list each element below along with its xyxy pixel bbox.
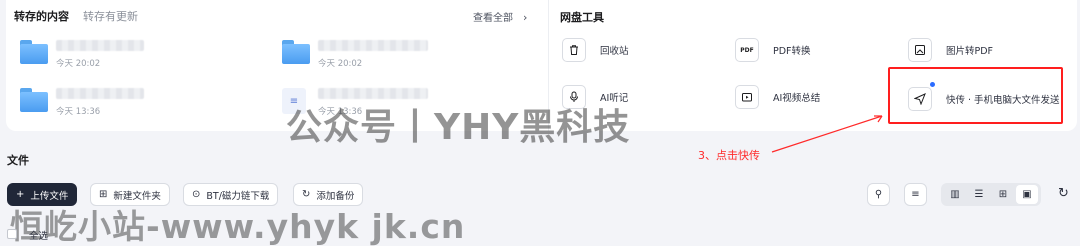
video-summary-icon [735,85,759,109]
list-icon: ☰ [974,189,984,200]
view-all-label: 查看全部 [473,13,513,24]
tool-label: AI视频总结 [773,93,821,104]
recent-tabs: 转存的内容 转存有更新 [14,8,138,24]
annotation-text: 3、点击快传 [698,149,760,162]
tool-recycle-bin[interactable]: 回收站 [562,37,629,63]
refresh-icon: ↻ [1058,186,1069,201]
tool-label: 图片转PDF [946,46,994,57]
tab-saved-content[interactable]: 转存的内容 [14,8,69,24]
recent-file-card[interactable]: 今天 20:02 [282,36,522,76]
watermark-bottom: 恒屹小站-www.yhyk jk.cn [10,207,466,246]
tool-ai-video-summary[interactable]: AI视频总结 [735,84,820,110]
view-grid-option[interactable]: ⊞ [992,185,1014,204]
select-all-checkbox[interactable] [7,229,17,239]
view-columns-option[interactable]: ▥ [944,185,966,204]
view-mode-group: ▥ ☰ ⊞ ▣ [941,183,1041,206]
files-heading: 文件 [7,154,29,167]
highlight-box [888,67,1063,124]
sort-icon: ≡ [911,189,920,200]
plus-icon: + [16,189,25,200]
trash-icon [562,38,586,62]
view-all-link[interactable]: 查看全部 › [473,9,527,24]
filter-button[interactable]: ⚲ [867,183,890,206]
folder-icon [20,88,48,112]
view-list-option[interactable]: ☰ [968,185,990,204]
file-name-blurred [56,88,144,99]
preview-icon: ▣ [1022,189,1032,200]
file-time: 今天 20:02 [318,59,363,69]
refresh-button[interactable]: ↻ [1058,186,1069,201]
recent-file-card[interactable]: 今天 20:02 [20,36,260,76]
tools-title: 网盘工具 [560,11,604,24]
columns-icon: ▥ [950,189,960,200]
file-name-blurred [56,40,144,51]
select-all-label: 全选 [29,231,49,242]
folder-icon [20,40,48,64]
recent-file-card[interactable]: 今天 13:36 [20,84,260,124]
tool-image-to-pdf[interactable]: 图片转PDF [908,37,993,63]
magnet-icon: ⊙ [192,189,201,200]
tab-saved-updates[interactable]: 转存有更新 [83,8,138,24]
filter-icon: ⚲ [874,189,883,200]
image-to-pdf-icon [908,38,932,62]
folder-plus-icon: ⊞ [99,189,108,200]
sort-button[interactable]: ≡ [904,183,927,206]
folder-icon [282,40,310,64]
refresh-backup-icon: ↻ [302,189,311,200]
chevron-right-icon: › [523,11,528,24]
file-name-blurred [318,40,428,51]
annotation-arrow [771,115,883,153]
pdf-icon: PDF [735,38,759,62]
watermark-center: 公众号丨YHY黑科技 [286,107,631,148]
tool-pdf-convert[interactable]: PDF PDF转换 [735,37,811,63]
tool-label: 回收站 [600,46,629,57]
file-time: 今天 13:36 [56,107,101,117]
grid-icon: ⊞ [998,189,1008,200]
file-time: 今天 20:02 [56,59,101,69]
view-preview-option[interactable]: ▣ [1016,185,1038,204]
tool-label: PDF转换 [773,46,811,57]
